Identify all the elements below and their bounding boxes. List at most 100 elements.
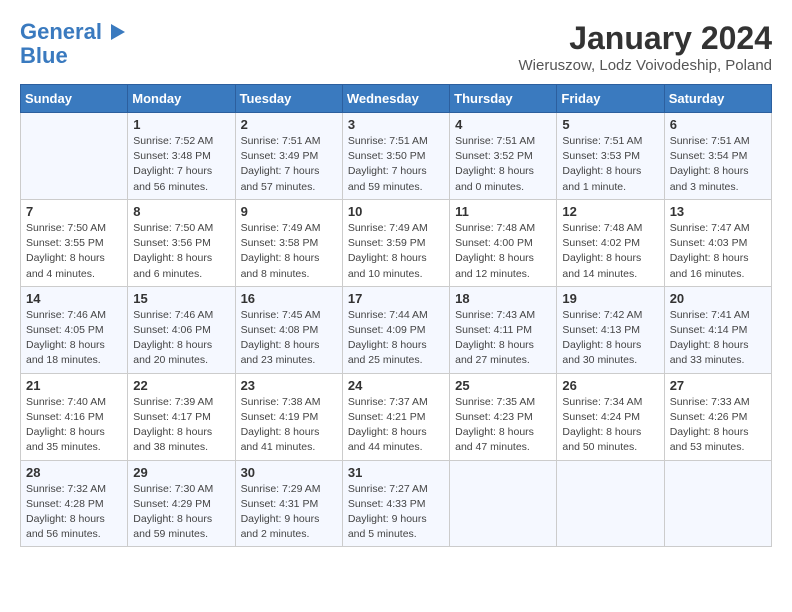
logo-arrow-icon bbox=[111, 24, 125, 40]
day-info: Sunrise: 7:49 AM Sunset: 3:58 PM Dayligh… bbox=[241, 221, 337, 282]
day-info: Sunrise: 7:46 AM Sunset: 4:06 PM Dayligh… bbox=[133, 308, 229, 369]
day-number: 29 bbox=[133, 465, 229, 480]
calendar-cell: 1 Sunrise: 7:52 AM Sunset: 3:48 PM Daylig… bbox=[128, 113, 235, 200]
day-info: Sunrise: 7:27 AM Sunset: 4:33 PM Dayligh… bbox=[348, 482, 444, 543]
day-number: 5 bbox=[562, 117, 658, 132]
calendar-week-row: 7 Sunrise: 7:50 AM Sunset: 3:55 PM Daylig… bbox=[21, 199, 772, 286]
calendar-cell: 17 Sunrise: 7:44 AM Sunset: 4:09 PM Dayli… bbox=[342, 286, 449, 373]
day-info: Sunrise: 7:43 AM Sunset: 4:11 PM Dayligh… bbox=[455, 308, 551, 369]
calendar-cell bbox=[557, 460, 664, 547]
calendar-week-row: 28 Sunrise: 7:32 AM Sunset: 4:28 PM Dayli… bbox=[21, 460, 772, 547]
day-number: 20 bbox=[670, 291, 766, 306]
day-info: Sunrise: 7:47 AM Sunset: 4:03 PM Dayligh… bbox=[670, 221, 766, 282]
calendar-cell: 24Sunrise: 7:37 AM Sunset: 4:21 PM Dayli… bbox=[342, 373, 449, 460]
day-info: Sunrise: 7:32 AM Sunset: 4:28 PM Dayligh… bbox=[26, 482, 122, 543]
calendar-cell: 2 Sunrise: 7:51 AM Sunset: 3:49 PM Daylig… bbox=[235, 113, 342, 200]
day-number: 30 bbox=[241, 465, 337, 480]
calendar-cell: 30Sunrise: 7:29 AM Sunset: 4:31 PM Dayli… bbox=[235, 460, 342, 547]
header-day-thursday: Thursday bbox=[450, 85, 557, 113]
logo-line2: Blue bbox=[20, 44, 125, 68]
calendar-cell: 26 Sunrise: 7:34 AM Sunset: 4:24 PM Dayli… bbox=[557, 373, 664, 460]
day-info: Sunrise: 7:50 AM Sunset: 3:55 PM Dayligh… bbox=[26, 221, 122, 282]
day-info: Sunrise: 7:51 AM Sunset: 3:49 PM Dayligh… bbox=[241, 134, 337, 195]
day-number: 25 bbox=[455, 378, 551, 393]
day-number: 7 bbox=[26, 204, 122, 219]
calendar-cell: 9 Sunrise: 7:49 AM Sunset: 3:58 PM Daylig… bbox=[235, 199, 342, 286]
day-info: Sunrise: 7:42 AM Sunset: 4:13 PM Dayligh… bbox=[562, 308, 658, 369]
page-header: General Blue January 2024 Wieruszow, Lod… bbox=[20, 20, 772, 74]
calendar-cell: 25 Sunrise: 7:35 AM Sunset: 4:23 PM Dayli… bbox=[450, 373, 557, 460]
calendar-cell: 27 Sunrise: 7:33 AM Sunset: 4:26 PM Dayli… bbox=[664, 373, 771, 460]
calendar-cell: 29 Sunrise: 7:30 AM Sunset: 4:29 PM Dayli… bbox=[128, 460, 235, 547]
day-number: 21 bbox=[26, 378, 122, 393]
day-info: Sunrise: 7:51 AM Sunset: 3:52 PM Dayligh… bbox=[455, 134, 551, 195]
calendar-cell: 19 Sunrise: 7:42 AM Sunset: 4:13 PM Dayli… bbox=[557, 286, 664, 373]
day-number: 19 bbox=[562, 291, 658, 306]
day-info: Sunrise: 7:52 AM Sunset: 3:48 PM Dayligh… bbox=[133, 134, 229, 195]
day-number: 28 bbox=[26, 465, 122, 480]
calendar-week-row: 1 Sunrise: 7:52 AM Sunset: 3:48 PM Daylig… bbox=[21, 113, 772, 200]
day-info: Sunrise: 7:51 AM Sunset: 3:50 PM Dayligh… bbox=[348, 134, 444, 195]
day-number: 26 bbox=[562, 378, 658, 393]
calendar-cell: 6 Sunrise: 7:51 AM Sunset: 3:54 PM Daylig… bbox=[664, 113, 771, 200]
calendar-cell: 31 Sunrise: 7:27 AM Sunset: 4:33 PM Dayli… bbox=[342, 460, 449, 547]
calendar-cell: 7 Sunrise: 7:50 AM Sunset: 3:55 PM Daylig… bbox=[21, 199, 128, 286]
day-number: 1 bbox=[133, 117, 229, 132]
calendar-cell bbox=[450, 460, 557, 547]
day-number: 9 bbox=[241, 204, 337, 219]
day-info: Sunrise: 7:33 AM Sunset: 4:26 PM Dayligh… bbox=[670, 395, 766, 456]
day-number: 8 bbox=[133, 204, 229, 219]
header-day-saturday: Saturday bbox=[664, 85, 771, 113]
calendar-cell: 20 Sunrise: 7:41 AM Sunset: 4:14 PM Dayli… bbox=[664, 286, 771, 373]
day-number: 2 bbox=[241, 117, 337, 132]
header-day-tuesday: Tuesday bbox=[235, 85, 342, 113]
calendar-cell: 14Sunrise: 7:46 AM Sunset: 4:05 PM Dayli… bbox=[21, 286, 128, 373]
day-number: 16 bbox=[241, 291, 337, 306]
calendar-cell: 28 Sunrise: 7:32 AM Sunset: 4:28 PM Dayli… bbox=[21, 460, 128, 547]
calendar-cell bbox=[21, 113, 128, 200]
day-number: 22 bbox=[133, 378, 229, 393]
calendar-cell: 13 Sunrise: 7:47 AM Sunset: 4:03 PM Dayli… bbox=[664, 199, 771, 286]
day-info: Sunrise: 7:35 AM Sunset: 4:23 PM Dayligh… bbox=[455, 395, 551, 456]
day-info: Sunrise: 7:46 AM Sunset: 4:05 PM Dayligh… bbox=[26, 308, 122, 369]
header-day-wednesday: Wednesday bbox=[342, 85, 449, 113]
day-number: 31 bbox=[348, 465, 444, 480]
day-info: Sunrise: 7:41 AM Sunset: 4:14 PM Dayligh… bbox=[670, 308, 766, 369]
calendar-cell: 22 Sunrise: 7:39 AM Sunset: 4:17 PM Dayli… bbox=[128, 373, 235, 460]
day-info: Sunrise: 7:48 AM Sunset: 4:02 PM Dayligh… bbox=[562, 221, 658, 282]
day-number: 4 bbox=[455, 117, 551, 132]
day-number: 17 bbox=[348, 291, 444, 306]
day-number: 11 bbox=[455, 204, 551, 219]
calendar-header-row: SundayMondayTuesdayWednesdayThursdayFrid… bbox=[21, 85, 772, 113]
day-info: Sunrise: 7:44 AM Sunset: 4:09 PM Dayligh… bbox=[348, 308, 444, 369]
day-number: 13 bbox=[670, 204, 766, 219]
header-day-monday: Monday bbox=[128, 85, 235, 113]
day-info: Sunrise: 7:37 AM Sunset: 4:21 PM Dayligh… bbox=[348, 395, 444, 456]
calendar-cell: 21 Sunrise: 7:40 AM Sunset: 4:16 PM Dayli… bbox=[21, 373, 128, 460]
calendar-subtitle: Wieruszow, Lodz Voivodeship, Poland bbox=[519, 57, 772, 74]
day-number: 3 bbox=[348, 117, 444, 132]
day-info: Sunrise: 7:39 AM Sunset: 4:17 PM Dayligh… bbox=[133, 395, 229, 456]
day-info: Sunrise: 7:51 AM Sunset: 3:54 PM Dayligh… bbox=[670, 134, 766, 195]
day-info: Sunrise: 7:30 AM Sunset: 4:29 PM Dayligh… bbox=[133, 482, 229, 543]
title-block: January 2024 Wieruszow, Lodz Voivodeship… bbox=[519, 20, 772, 74]
calendar-cell: 23Sunrise: 7:38 AM Sunset: 4:19 PM Dayli… bbox=[235, 373, 342, 460]
day-number: 10 bbox=[348, 204, 444, 219]
day-number: 6 bbox=[670, 117, 766, 132]
day-number: 12 bbox=[562, 204, 658, 219]
day-info: Sunrise: 7:50 AM Sunset: 3:56 PM Dayligh… bbox=[133, 221, 229, 282]
day-info: Sunrise: 7:34 AM Sunset: 4:24 PM Dayligh… bbox=[562, 395, 658, 456]
calendar-cell: 10Sunrise: 7:49 AM Sunset: 3:59 PM Dayli… bbox=[342, 199, 449, 286]
calendar-cell: 11Sunrise: 7:48 AM Sunset: 4:00 PM Dayli… bbox=[450, 199, 557, 286]
calendar-cell: 18Sunrise: 7:43 AM Sunset: 4:11 PM Dayli… bbox=[450, 286, 557, 373]
calendar-table: SundayMondayTuesdayWednesdayThursdayFrid… bbox=[20, 84, 772, 547]
calendar-cell: 3 Sunrise: 7:51 AM Sunset: 3:50 PM Daylig… bbox=[342, 113, 449, 200]
day-number: 27 bbox=[670, 378, 766, 393]
day-number: 15 bbox=[133, 291, 229, 306]
calendar-cell: 8 Sunrise: 7:50 AM Sunset: 3:56 PM Daylig… bbox=[128, 199, 235, 286]
calendar-cell: 4 Sunrise: 7:51 AM Sunset: 3:52 PM Daylig… bbox=[450, 113, 557, 200]
header-day-friday: Friday bbox=[557, 85, 664, 113]
day-info: Sunrise: 7:45 AM Sunset: 4:08 PM Dayligh… bbox=[241, 308, 337, 369]
header-day-sunday: Sunday bbox=[21, 85, 128, 113]
day-info: Sunrise: 7:40 AM Sunset: 4:16 PM Dayligh… bbox=[26, 395, 122, 456]
